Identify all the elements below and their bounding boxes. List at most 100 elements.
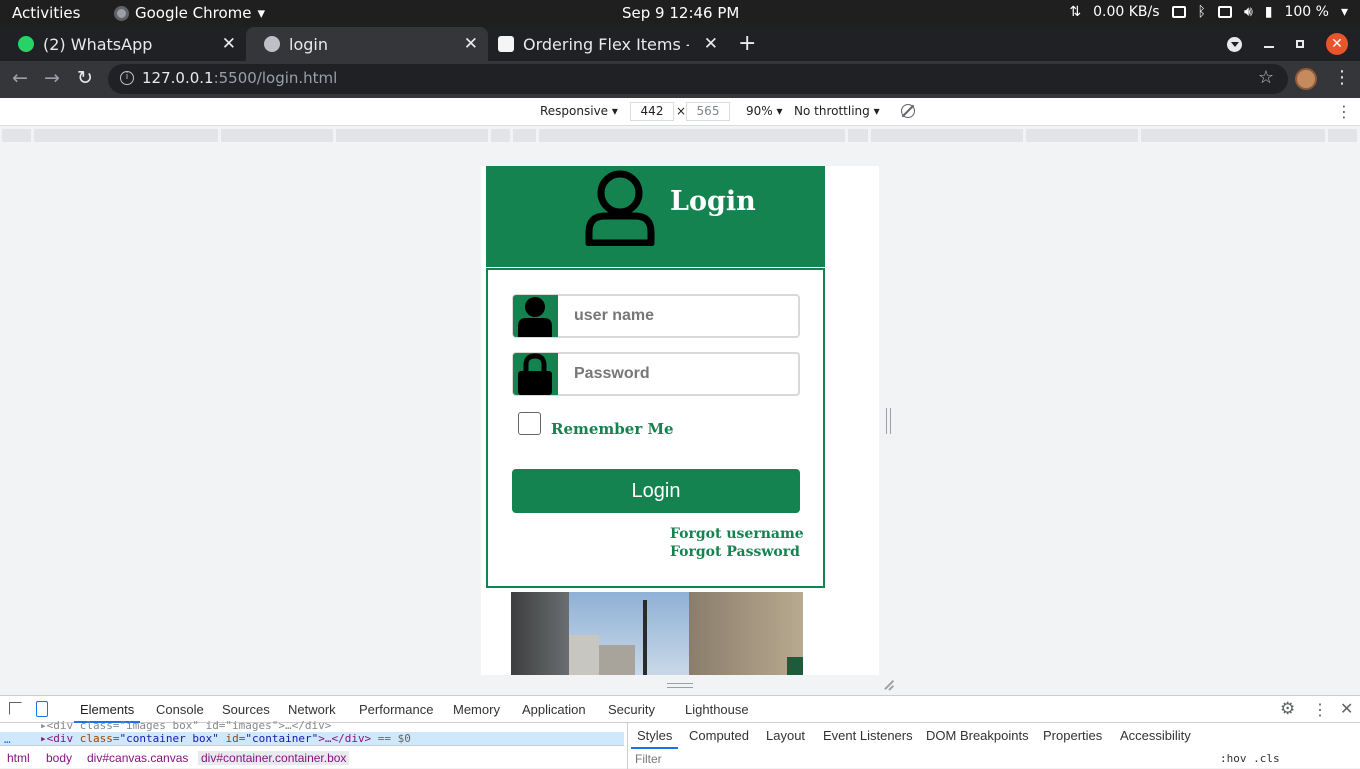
tab-event-listeners[interactable]: Event Listeners	[823, 728, 913, 743]
tab-title: (2) WhatsApp	[43, 34, 153, 54]
css-tricks-icon	[498, 36, 514, 52]
bluetooth-icon: ᛒ	[1197, 4, 1206, 20]
ruler-segment[interactable]	[1141, 129, 1325, 142]
device-mode-select[interactable]: Responsive ▾	[540, 104, 618, 118]
forgot-password-link[interactable]: Forgot Password	[670, 544, 800, 560]
crumb-html[interactable]: html	[7, 751, 30, 765]
dom-value: "container"	[245, 732, 319, 745]
profile-avatar[interactable]	[1295, 68, 1317, 90]
height-input[interactable]: 565	[686, 102, 730, 121]
network-speed-icon: ⇅	[1069, 4, 1082, 20]
width-input[interactable]: 442	[630, 102, 674, 121]
system-tray[interactable]: ⇅ 0.00 KB/s ᛒ 🔊︎ ▮ 100 % ▾	[1069, 4, 1348, 20]
ruler-segment[interactable]	[871, 129, 1023, 142]
url-host: 127.0.0.1	[142, 69, 214, 87]
close-icon[interactable]: ✕	[222, 34, 236, 54]
crumb-canvas[interactable]: div#canvas.canvas	[87, 751, 188, 765]
close-icon[interactable]: ✕	[464, 34, 478, 54]
login-button[interactable]: Login	[512, 469, 800, 513]
gear-icon[interactable]: ⚙	[1280, 699, 1295, 719]
kebab-menu-icon[interactable]: ⋮	[1312, 700, 1328, 720]
tab-search-icon[interactable]	[1227, 36, 1242, 52]
dom-node[interactable]: ▸<div class="images box" id="images">…</…	[40, 719, 331, 732]
tab-styles[interactable]: Styles	[630, 728, 679, 749]
tab-performance[interactable]: Performance	[359, 702, 433, 717]
reload-icon[interactable]: ↻	[77, 67, 93, 89]
tab-ordering-flex-items[interactable]: Ordering Flex Items - C ✕	[480, 27, 728, 61]
resize-handle-right[interactable]	[886, 408, 891, 434]
url-text[interactable]: 127.0.0.1:5500/login.html	[142, 69, 337, 87]
tab-login[interactable]: login ✕	[246, 27, 488, 61]
tab-security[interactable]: Security	[608, 702, 655, 717]
dom-tag: <div	[46, 732, 80, 745]
tab-elements[interactable]: Elements	[73, 702, 141, 723]
dom-attr: class=	[79, 732, 120, 745]
tab-network[interactable]: Network	[288, 702, 336, 717]
crumb-container[interactable]: div#container.container.box	[198, 751, 350, 765]
address-bar[interactable]: i 127.0.0.1:5500/login.html ☆	[108, 64, 1288, 94]
tab-console[interactable]: Console	[156, 702, 204, 717]
ruler-segment[interactable]	[1026, 129, 1138, 142]
tab-memory[interactable]: Memory	[453, 702, 500, 717]
resize-handle-bottom[interactable]	[667, 683, 693, 688]
ruler-segment[interactable]	[2, 129, 31, 142]
times-icon: ×	[676, 104, 687, 118]
new-tab-icon[interactable]: +	[738, 31, 756, 56]
zoom-label: 90%	[746, 104, 773, 118]
inspect-element-icon[interactable]	[9, 702, 22, 715]
clock[interactable]: Sep 9 12:46 PM	[622, 4, 739, 22]
lock-icon	[513, 353, 558, 395]
dom-node-selected[interactable]: ▸<div class="container box" id="containe…	[0, 732, 624, 745]
close-icon[interactable]: ✕	[704, 34, 718, 54]
maximize-icon[interactable]	[1296, 40, 1304, 48]
activities-button[interactable]: Activities	[12, 4, 80, 22]
remember-me-checkbox[interactable]	[518, 412, 541, 435]
styles-filter-input[interactable]: Filter	[635, 752, 662, 766]
globe-icon	[264, 36, 280, 52]
resize-handle-corner[interactable]	[884, 680, 894, 690]
tab-title: Ordering Flex Items - C	[523, 34, 689, 54]
bookmark-star-icon[interactable]: ☆	[1258, 67, 1274, 88]
username-input[interactable]	[560, 296, 798, 336]
ruler-segment[interactable]	[491, 129, 510, 142]
forward-icon[interactable]: →	[44, 67, 60, 89]
zoom-select[interactable]: 90% ▾	[746, 104, 783, 118]
close-window-icon[interactable]: ✕	[1326, 33, 1348, 55]
system-top-bar: Activities Google Chrome ▾ Sep 9 12:46 P…	[0, 0, 1360, 27]
password-input[interactable]	[560, 354, 798, 394]
tab-accessibility[interactable]: Accessibility	[1120, 728, 1191, 743]
close-icon[interactable]: ✕	[1340, 699, 1353, 719]
hov-cls-toggles[interactable]: :hov .cls	[1220, 752, 1280, 765]
ruler-segment[interactable]	[848, 129, 868, 142]
info-icon[interactable]: i	[120, 71, 134, 85]
styles-pane: Styles Computed Layout Event Listeners D…	[627, 723, 1360, 769]
ruler-segment[interactable]	[34, 129, 218, 142]
username-field	[512, 294, 800, 338]
tab-whatsapp[interactable]: (2) WhatsApp ✕	[0, 27, 246, 61]
rotate-icon[interactable]	[901, 104, 915, 118]
ruler-segment[interactable]	[513, 129, 536, 142]
ruler-segment[interactable]	[336, 129, 488, 142]
tab-layout[interactable]: Layout	[766, 728, 805, 743]
window-controls: ✕	[1227, 33, 1348, 55]
ruler-segment[interactable]	[221, 129, 333, 142]
forgot-username-link[interactable]: Forgot username	[670, 526, 804, 542]
tab-strip: (2) WhatsApp ✕ login ✕ Ordering Flex Ite…	[0, 27, 1360, 61]
ruler-segment[interactable]	[539, 129, 845, 142]
dom-value: "container box"	[119, 732, 219, 745]
tab-lighthouse[interactable]: Lighthouse	[685, 702, 749, 717]
app-menu[interactable]: Google Chrome ▾	[114, 4, 265, 22]
minimize-icon[interactable]	[1264, 46, 1274, 48]
tab-computed[interactable]: Computed	[689, 728, 749, 743]
kebab-menu-icon[interactable]: ⋮	[1333, 67, 1351, 88]
tab-application[interactable]: Application	[522, 702, 586, 717]
tab-sources[interactable]: Sources	[222, 702, 270, 717]
crumb-body[interactable]: body	[46, 751, 72, 765]
device-toggle-icon[interactable]	[36, 701, 48, 717]
kebab-menu-icon[interactable]: ⋮	[1336, 102, 1352, 121]
ruler-segment[interactable]	[1328, 129, 1357, 142]
back-icon[interactable]: ←	[12, 67, 28, 89]
throttling-select[interactable]: No throttling ▾	[794, 104, 880, 118]
tab-dom-breakpoints[interactable]: DOM Breakpoints	[926, 728, 1029, 743]
tab-properties[interactable]: Properties	[1043, 728, 1102, 743]
